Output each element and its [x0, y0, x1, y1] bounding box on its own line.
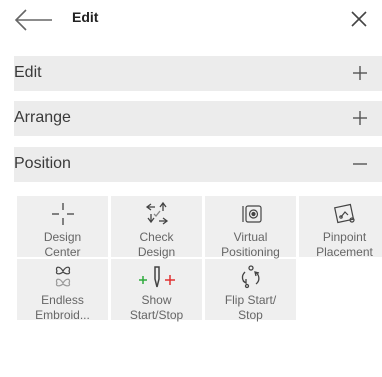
- section-label: Position: [14, 155, 71, 172]
- design-center-icon: [51, 203, 74, 225]
- pinpoint-placement-icon: [333, 203, 355, 224]
- close-icon[interactable]: [349, 9, 369, 29]
- section-label: Edit: [14, 64, 42, 81]
- section-position[interactable]: Position: [14, 147, 382, 182]
- section-label: Arrange: [14, 109, 71, 126]
- tool-label-line2: Placement: [316, 245, 373, 259]
- collapse-minus-icon: [353, 163, 367, 165]
- section-arrange[interactable]: Arrange: [14, 101, 382, 136]
- tool-label-line1: Flip Start/: [224, 293, 277, 307]
- virtual-positioning-icon: [241, 205, 262, 223]
- tool-label-line1: Check: [139, 230, 174, 244]
- endless-embroidery-button[interactable]: Endless Embroid...: [17, 259, 108, 322]
- tool-label-line1: Design: [43, 230, 82, 244]
- top-bar: Edit: [0, 0, 382, 42]
- endless-embroidery-icon: [55, 266, 70, 287]
- tool-label-line2: Start/Stop: [129, 308, 184, 322]
- page-title: Edit: [72, 9, 99, 25]
- flip-start-stop-icon: [241, 265, 260, 289]
- back-arrow-icon[interactable]: [14, 8, 54, 32]
- tool-label-line1: Endless: [41, 293, 84, 307]
- tool-label-line2: Design: [137, 245, 176, 259]
- tool-label-line2: Center: [44, 245, 81, 259]
- tool-label-line1: Show: [141, 293, 172, 307]
- expand-plus-icon: [353, 111, 367, 125]
- virtual-positioning-button[interactable]: Virtual Positioning: [205, 196, 296, 259]
- show-start-stop-icon: [138, 266, 175, 288]
- tool-label-line1: Virtual: [233, 230, 268, 244]
- design-center-button[interactable]: Design Center: [17, 196, 108, 259]
- tool-label-line2: Embroid...: [35, 308, 90, 322]
- check-design-button[interactable]: Check Design: [111, 196, 202, 259]
- show-start-stop-button[interactable]: Show Start/Stop: [111, 259, 202, 322]
- section-edit[interactable]: Edit: [14, 56, 382, 91]
- flip-start-stop-button[interactable]: Flip Start/ Stop: [205, 259, 296, 322]
- tool-label-line2: Positioning: [221, 245, 280, 259]
- tool-label-line2: Stop: [238, 308, 263, 322]
- tool-label-line1: Pinpoint: [322, 230, 367, 244]
- expand-plus-icon: [353, 66, 367, 80]
- pinpoint-placement-button[interactable]: Pinpoint Placement: [299, 196, 382, 259]
- check-design-icon: [145, 201, 168, 225]
